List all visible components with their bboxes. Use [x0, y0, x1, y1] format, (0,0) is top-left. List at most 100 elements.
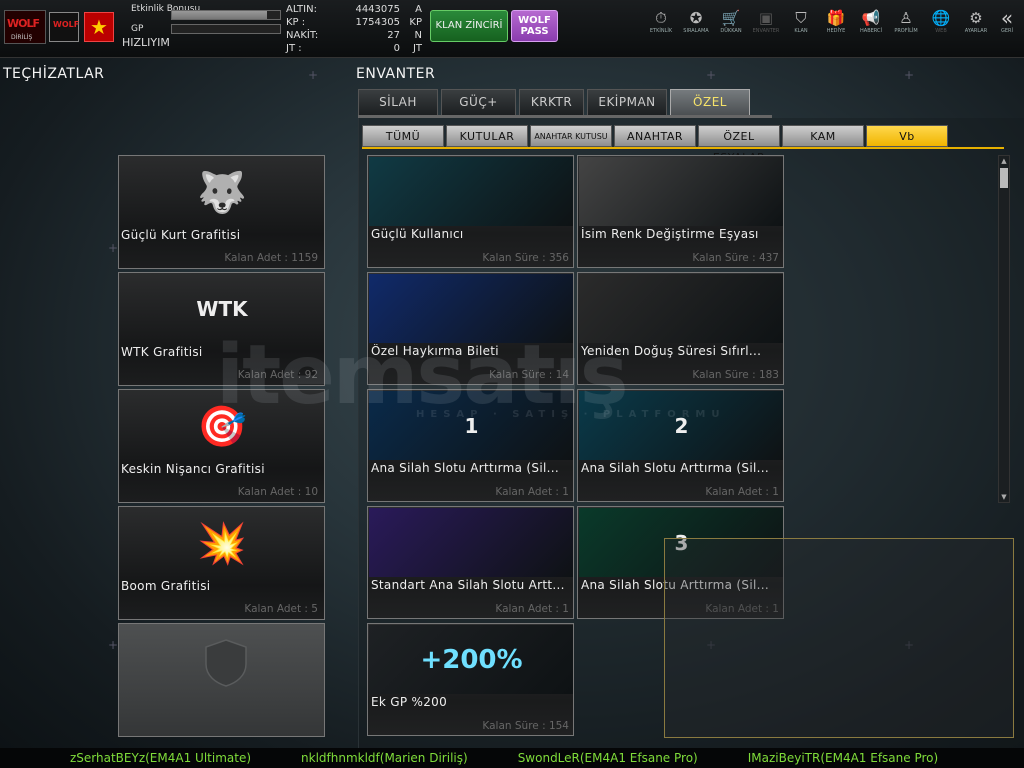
inventory-item[interactable]: +200% Ek GP %200 Kalan Süre : 154: [367, 623, 574, 736]
game-logo: WOLF DİRİLİŞ: [4, 10, 46, 44]
currency-panel: ALTIN: 4443075 A KP : 1754305 KP NAKİT: …: [286, 4, 422, 56]
weapon-slot-1-icon: 1: [369, 391, 573, 460]
equipment-card[interactable]: 🐺 Güçlü Kurt Grafitisi Kalan Adet : 1159: [118, 155, 325, 269]
subtab-5[interactable]: KAM: [782, 125, 864, 147]
decor-plus: +: [108, 638, 119, 652]
subtab-3[interactable]: ANAHTAR: [614, 125, 696, 147]
nav-label: HEDİYE: [826, 28, 846, 34]
nav-web[interactable]: 🌐 WEB: [924, 8, 958, 34]
wtk-logo-icon: WTK: [196, 297, 248, 321]
currency-unit: KP: [409, 17, 422, 28]
equipment-count: Kalan Adet : 1159: [224, 252, 318, 264]
inventory-item[interactable]: Güçlü Kullanıcı Kalan Süre : 356: [367, 155, 574, 268]
gift-icon: 🎁: [826, 9, 846, 27]
top-nav: ⏱ ETKİNLİK ✪ SIRALAMA 🛒 DÜKKAN ▣ ENVANTER ⛉ KLAN 🎁…: [643, 8, 1020, 34]
equipment-name: Keskin Nişancı Grafitisi: [121, 462, 265, 476]
inventory-item[interactable]: İsim Renk Değiştirme Eşyası Kalan Süre : …: [577, 155, 784, 268]
empty-equipment-slot[interactable]: [118, 623, 325, 737]
inventory-item[interactable]: Standart Ana Silah Slotu Artt... Kalan Ad…: [367, 506, 574, 619]
nav-dükkan[interactable]: 🛒 DÜKKAN: [714, 8, 748, 34]
gp-bar: [171, 24, 281, 34]
status-text: HIZLIYIM: [122, 36, 170, 49]
boom-graffiti-icon: 💥: [197, 520, 247, 567]
nav-label: PROFİLİM: [894, 28, 918, 34]
tab-0[interactable]: SİLAH: [358, 89, 438, 115]
inventory-item-remaining: Kalan Süre : 183: [692, 369, 779, 381]
item-badge: +200%: [420, 644, 523, 675]
empty-slot-shield-icon: [203, 638, 249, 688]
logo-text: WOLF: [7, 17, 40, 30]
item-detail-box: [664, 538, 1014, 738]
subtab-4[interactable]: ÖZEL EŞYALAR: [698, 125, 780, 164]
tab-4[interactable]: ÖZEL: [670, 89, 750, 115]
equipment-card[interactable]: 💥 Boom Grafitisi Kalan Adet : 5: [118, 506, 325, 620]
equipment-title: TEÇHİZATLAR: [3, 66, 105, 82]
inventory-item[interactable]: Yeniden Doğuş Süresi Sıfırl... Kalan Süre…: [577, 272, 784, 385]
nav-ayarlar[interactable]: ⚙ AYARLAR: [959, 8, 993, 34]
inventory-item-name: Özel Haykırma Bileti: [371, 344, 499, 358]
subtab-0[interactable]: TÜMÜ: [362, 125, 444, 147]
nav-klan[interactable]: ⛉ KLAN: [784, 8, 818, 34]
nav-label: DÜKKAN: [720, 28, 742, 34]
equipment-name: WTK Grafitisi: [121, 345, 203, 359]
wolf-graffiti-icon: 🐺: [197, 169, 247, 216]
tab-2[interactable]: KRKTR: [519, 89, 584, 115]
nav-geri̇[interactable]: «GERİ: [994, 8, 1020, 34]
inventory-item-remaining: Kalan Süre : 437: [692, 252, 779, 264]
sub-tabs-underline: [362, 147, 1004, 149]
equipment-count: Kalan Adet : 5: [244, 603, 318, 615]
nav-haberci̇[interactable]: 📢 HABERCİ: [854, 8, 888, 34]
bonus-bar: [171, 10, 281, 20]
scroll-up-icon[interactable]: ▲: [999, 156, 1009, 166]
ticker-entry: zSerhatBEYz(EM4A1 Ultimate): [70, 751, 252, 765]
klan-chain-button[interactable]: KLAN ZİNCİRİ: [430, 10, 508, 42]
decor-plus: +: [904, 68, 915, 82]
item-badge: 2: [674, 413, 689, 438]
currency-row: JT : 0 JT: [286, 43, 422, 56]
currency-value: 4443075: [355, 4, 400, 15]
inventory-item-name: İsim Renk Değiştirme Eşyası: [581, 227, 759, 241]
nav-hedi̇ye[interactable]: 🎁 HEDİYE: [819, 8, 853, 34]
scroll-thumb[interactable]: [1000, 168, 1008, 188]
sniper-graffiti-icon: 🎯: [197, 403, 247, 450]
rank-star-icon: ★: [84, 12, 114, 42]
inventory-item-name: Ana Silah Slotu Arttırma (Sil...: [371, 461, 559, 475]
cart-icon: 🛒: [721, 9, 741, 27]
equipment-name: Boom Grafitisi: [121, 579, 211, 593]
inventory-item[interactable]: Özel Haykırma Bileti Kalan Süre : 14: [367, 272, 574, 385]
equipment-card[interactable]: 🎯 Keskin Nişancı Grafitisi Kalan Adet : 10: [118, 389, 325, 503]
tabs-underline: [358, 115, 772, 118]
subtab-2[interactable]: ANAHTAR KUTUSU: [530, 125, 612, 147]
nav-envanter[interactable]: ▣ ENVANTER: [749, 8, 783, 34]
shield-icon: ⛉: [795, 9, 807, 27]
megaphone-icon: 📢: [861, 9, 881, 27]
sub-tabs: TÜMÜKUTULARANAHTAR KUTUSUANAHTARÖZEL EŞY…: [362, 125, 950, 164]
inventory-item[interactable]: 2 Ana Silah Slotu Arttırma (Sil... Kalan A…: [577, 389, 784, 502]
nav-label: ETKİNLİK: [649, 28, 673, 34]
decor-plus: +: [308, 68, 319, 82]
scroll-down-icon[interactable]: ▼: [999, 492, 1009, 502]
inventory-item-remaining: Kalan Süre : 14: [489, 369, 569, 381]
currency-row: KP : 1754305 KP: [286, 17, 422, 30]
nav-etki̇nli̇k[interactable]: ⏱ ETKİNLİK: [644, 8, 678, 34]
inventory-item-name: Standart Ana Silah Slotu Artt...: [371, 578, 565, 592]
inventory-item-remaining: Kalan Adet : 1: [705, 486, 779, 498]
clan-emblem[interactable]: WOLF: [49, 12, 79, 42]
currency-label: ALTIN:: [286, 4, 317, 15]
profile-icon: ♙: [899, 9, 913, 27]
tab-1[interactable]: GÜÇ+: [441, 89, 516, 115]
back-icon: «: [1000, 6, 1014, 30]
subtab-1[interactable]: KUTULAR: [446, 125, 528, 147]
subtab-6[interactable]: Vb: [866, 125, 948, 147]
equipment-name: Güçlü Kurt Grafitisi: [121, 228, 241, 242]
equipment-card[interactable]: WTK WTK Grafitisi Kalan Adet : 92: [118, 272, 325, 386]
wolf-pass-button[interactable]: WOLF PASS: [511, 10, 558, 42]
tab-3[interactable]: EKİPMAN: [587, 89, 667, 115]
nav-siralama[interactable]: ✪ SIRALAMA: [679, 8, 713, 34]
inventory-scrollbar[interactable]: ▲ ▼: [998, 155, 1010, 503]
currency-unit: JT: [412, 43, 422, 54]
nav-profi̇li̇m[interactable]: ♙ PROFİLİM: [889, 8, 923, 34]
inventory-item[interactable]: 1 Ana Silah Slotu Arttırma (Sil... Kalan A…: [367, 389, 574, 502]
currency-label: JT :: [286, 43, 302, 54]
equipment-list: 🐺 Güçlü Kurt Grafitisi Kalan Adet : 1159 WT…: [118, 155, 325, 740]
